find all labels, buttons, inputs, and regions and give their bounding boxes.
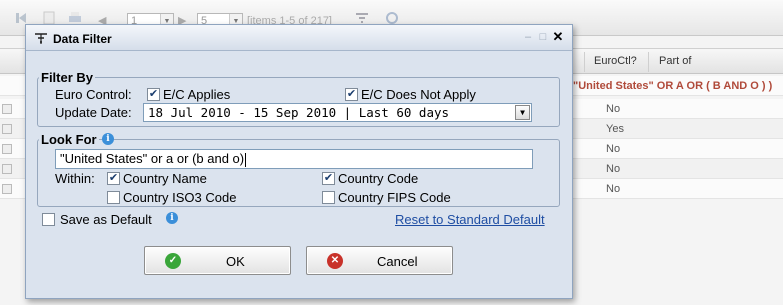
country-fips-checkbox[interactable] bbox=[322, 191, 335, 204]
update-date-label: Update Date: bbox=[55, 105, 132, 120]
ec-applies-label[interactable]: E/C Applies bbox=[163, 87, 230, 102]
text-caret bbox=[245, 152, 247, 167]
minimize-icon[interactable]: – bbox=[521, 30, 535, 44]
save-as-default-label[interactable]: Save as Default bbox=[60, 212, 152, 227]
country-iso3-label[interactable]: Country ISO3 Code bbox=[123, 190, 236, 205]
euroctl-cell: No bbox=[606, 183, 621, 195]
dialog-titlebar[interactable]: Data Filter – □ ✕ bbox=[26, 25, 572, 51]
ec-applies-checkbox[interactable]: ✔ bbox=[147, 88, 160, 101]
cancel-button-label: Cancel bbox=[377, 254, 418, 269]
update-date-value: 18 Jul 2010 - 15 Sep 2010 | Last 60 days bbox=[148, 105, 450, 120]
euro-control-label: Euro Control: bbox=[55, 87, 132, 102]
euroctl-cell: No bbox=[606, 103, 621, 115]
info-icon[interactable]: i bbox=[166, 212, 178, 224]
filter-summary: "United States" OR A OR ( B AND O ) ) bbox=[573, 80, 773, 92]
expand-icon[interactable] bbox=[2, 164, 12, 174]
expand-icon[interactable] bbox=[2, 104, 12, 114]
country-name-checkbox[interactable]: ✔ bbox=[107, 172, 120, 185]
euroctl-cell: Yes bbox=[606, 123, 624, 135]
expand-icon[interactable] bbox=[2, 124, 12, 134]
chevron-down-icon[interactable]: ▼ bbox=[515, 105, 530, 120]
ok-button-label: OK bbox=[226, 254, 245, 269]
country-iso3-checkbox[interactable] bbox=[107, 191, 120, 204]
expand-icon[interactable] bbox=[2, 184, 12, 194]
info-icon[interactable]: i bbox=[102, 133, 114, 145]
ec-does-not-apply-checkbox[interactable]: ✔ bbox=[345, 88, 358, 101]
filter-icon[interactable] bbox=[355, 11, 369, 25]
euroctl-cell: No bbox=[606, 143, 621, 155]
cancel-icon: ✕ bbox=[327, 253, 343, 269]
save-as-default-checkbox[interactable] bbox=[42, 213, 55, 226]
cancel-button[interactable]: ✕ Cancel bbox=[306, 246, 453, 275]
document-icon[interactable] bbox=[42, 11, 56, 25]
column-header-part-of[interactable]: Part of bbox=[659, 55, 691, 67]
column-header-euroctl[interactable]: EuroCtl? bbox=[594, 55, 637, 67]
dialog-title: Data Filter bbox=[53, 32, 112, 46]
within-label: Within: bbox=[55, 171, 95, 186]
column-separator bbox=[584, 52, 585, 72]
look-for-legend: Look For bbox=[39, 132, 99, 147]
maximize-icon[interactable]: □ bbox=[536, 30, 550, 44]
ec-does-not-apply-label[interactable]: E/C Does Not Apply bbox=[361, 87, 476, 102]
country-name-label[interactable]: Country Name bbox=[123, 171, 207, 186]
search-input[interactable]: "United States" or a or (b and o) bbox=[55, 149, 533, 169]
country-fips-label[interactable]: Country FIPS Code bbox=[338, 190, 451, 205]
column-separator bbox=[648, 52, 649, 72]
search-input-value: "United States" or a or (b and o) bbox=[60, 151, 245, 166]
update-date-select[interactable]: 18 Jul 2010 - 15 Sep 2010 | Last 60 days… bbox=[143, 103, 532, 122]
ok-button[interactable]: ✓ OK bbox=[144, 246, 291, 275]
print-icon[interactable] bbox=[68, 11, 82, 25]
filter-icon bbox=[34, 31, 48, 45]
expand-icon[interactable] bbox=[2, 144, 12, 154]
reset-to-default-link[interactable]: Reset to Standard Default bbox=[395, 212, 545, 227]
country-code-label[interactable]: Country Code bbox=[338, 171, 418, 186]
country-code-checkbox[interactable]: ✔ bbox=[322, 172, 335, 185]
first-page-icon[interactable] bbox=[14, 11, 28, 25]
data-filter-dialog: Data Filter – □ ✕ Filter By Euro Control… bbox=[25, 24, 573, 299]
check-icon: ✓ bbox=[165, 253, 181, 269]
filter-by-legend: Filter By bbox=[39, 70, 96, 85]
close-icon[interactable]: ✕ bbox=[551, 30, 565, 44]
euroctl-cell: No bbox=[606, 163, 621, 175]
refresh-icon[interactable] bbox=[385, 11, 399, 25]
